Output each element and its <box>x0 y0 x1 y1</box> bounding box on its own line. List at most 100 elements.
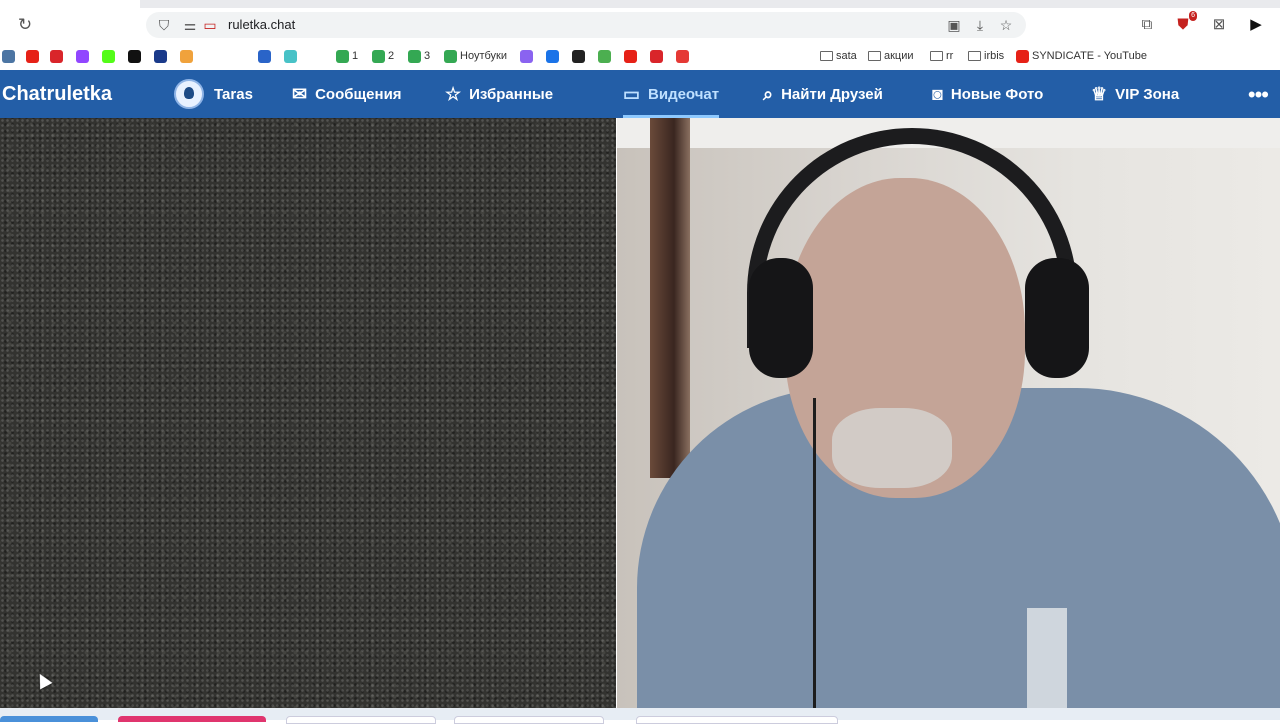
bookmark-icon <box>128 49 141 63</box>
bookmark-icon <box>50 49 63 63</box>
bookmark-icon <box>372 49 385 63</box>
bookmark-item[interactable] <box>102 48 115 64</box>
video-background <box>1027 608 1067 708</box>
bookmark-item[interactable] <box>50 48 63 64</box>
nav-new-photos-label: Новые Фото <box>950 85 1044 103</box>
bookmark-item[interactable] <box>650 48 663 64</box>
media-play-icon[interactable]: ▶ <box>1245 14 1267 36</box>
bookmark-icon <box>444 49 457 63</box>
bookmark-icon <box>676 49 689 63</box>
bookmark-icon <box>572 49 585 63</box>
screenshot-icon[interactable]: ▣ <box>944 15 964 35</box>
bookmark-icon <box>284 49 297 63</box>
bookmark-item[interactable] <box>76 48 89 64</box>
nav-messages[interactable]: ✉ Сообщения <box>292 70 402 118</box>
headphones-image <box>749 258 813 378</box>
partner-video-static[interactable] <box>0 118 616 708</box>
nav-messages-label: Сообщения <box>315 85 402 103</box>
site-logo[interactable]: Chatruletka <box>2 83 112 106</box>
nav-vip[interactable]: ♕ VIP Зона <box>1091 70 1179 118</box>
crown-icon: ♕ <box>1091 83 1108 104</box>
bookmark-folder-rr[interactable]: rr <box>930 48 953 64</box>
bookmark-icon <box>598 49 611 63</box>
headphones-image <box>813 398 816 708</box>
bookmark-item[interactable] <box>572 48 585 64</box>
bookmark-item[interactable] <box>26 48 39 64</box>
bookmark-item[interactable]: 3 <box>408 48 430 64</box>
own-webcam-video <box>617 118 1280 708</box>
bookmark-item[interactable]: 2 <box>372 48 394 64</box>
folder-icon <box>868 51 881 61</box>
bookmark-icon <box>546 49 559 63</box>
site-nav: Chatruletka Taras ✉ Сообщения ☆ Избранны… <box>0 70 1280 118</box>
bookmark-item[interactable] <box>128 48 141 64</box>
nav-favorites[interactable]: ☆ Избранные <box>445 70 553 118</box>
bookmark-icon <box>408 49 421 63</box>
control-button[interactable] <box>636 716 838 724</box>
more-menu-icon[interactable]: ••• <box>1248 82 1269 108</box>
ublock-icon[interactable]: ⛊ 6 <box>1172 11 1197 36</box>
bookmark-item[interactable]: Ноутбуки <box>444 48 507 64</box>
bookmark-folder-irbis[interactable]: irbis <box>968 48 1004 64</box>
cast-icon[interactable]: ▭ <box>200 15 220 35</box>
camera-icon: ◙ <box>932 83 943 104</box>
extension-badge: 6 <box>1189 11 1197 21</box>
extension-icon[interactable]: ⊠ <box>1208 14 1230 36</box>
site-settings-icon[interactable]: ⚌ <box>180 15 200 35</box>
bookmark-star-icon[interactable]: ☆ <box>996 15 1016 35</box>
control-button[interactable] <box>118 716 266 722</box>
nav-videochat-label: Видеочат <box>648 85 720 103</box>
shield-icon[interactable]: ⛉ <box>154 15 174 35</box>
control-button[interactable] <box>286 716 436 724</box>
browser-toolbar: ↻ ⛉ ⚌ ▭ ruletka.chat ▣ ⤓ ☆ ⧉ ⛊ 6 ⊠ ▶ <box>0 8 1280 42</box>
bookmark-icon <box>26 49 39 63</box>
nav-vip-label: VIP Зона <box>1115 85 1180 103</box>
download-icon[interactable]: ⤓ <box>970 15 990 35</box>
bookmark-item[interactable] <box>154 48 167 64</box>
search-icon: ⌕ <box>763 83 774 104</box>
bookmark-item[interactable]: 1 <box>336 48 358 64</box>
bookmark-item[interactable] <box>258 48 271 64</box>
bookmark-label: 2 <box>388 50 395 62</box>
nav-new-photos[interactable]: ◙ Новые Фото <box>932 70 1043 118</box>
folder-icon <box>820 51 833 61</box>
bookmark-item[interactable] <box>676 48 689 64</box>
bookmark-item[interactable] <box>2 48 15 64</box>
bookmark-item[interactable] <box>624 48 637 64</box>
nav-find-friends[interactable]: ⌕ Найти Друзей <box>763 70 883 118</box>
bookmark-item[interactable] <box>284 48 297 64</box>
reload-icon[interactable]: ↻ <box>14 14 36 36</box>
star-icon: ☆ <box>445 83 462 104</box>
youtube-icon <box>1016 49 1029 63</box>
bookmark-item[interactable] <box>180 48 193 64</box>
avatar <box>174 79 204 109</box>
bookmark-label: 3 <box>424 50 431 62</box>
video-background <box>650 118 690 478</box>
browser-tab-strip <box>0 0 1280 8</box>
control-button[interactable] <box>454 716 604 724</box>
control-button[interactable] <box>0 716 98 722</box>
bookmark-folder-akcii[interactable]: акции <box>868 48 914 64</box>
bookmark-icon <box>520 49 533 63</box>
address-bar[interactable]: ⛉ ⚌ ▭ ruletka.chat ▣ ⤓ ☆ <box>146 12 1026 38</box>
nav-profile[interactable]: Taras <box>174 70 253 118</box>
bookmark-icon <box>650 49 663 63</box>
headphones-image <box>1025 258 1089 378</box>
bookmark-youtube[interactable]: SYNDICATE - YouTube <box>1016 48 1147 64</box>
folder-icon <box>930 51 943 61</box>
url-text[interactable]: ruletka.chat <box>228 17 295 32</box>
bookmark-item[interactable] <box>520 48 533 64</box>
bookmark-item[interactable] <box>598 48 611 64</box>
bookmark-item[interactable] <box>546 48 559 64</box>
nav-videochat[interactable]: ▭ Видеочат <box>623 70 720 118</box>
bookmark-folder-sata[interactable]: sata <box>820 48 857 64</box>
bookmark-icon <box>2 49 15 63</box>
active-tab[interactable] <box>0 0 140 8</box>
bookmark-icon <box>154 49 167 63</box>
extensions-icon[interactable]: ⧉ <box>1136 14 1158 36</box>
user-name: Taras <box>214 85 253 103</box>
bookmarks-bar: sata акции rr irbis SYNDICATE - YouTube … <box>0 42 1280 70</box>
bookmark-icon <box>102 49 115 63</box>
bookmark-icon <box>258 49 271 63</box>
bookmark-icon <box>336 49 349 63</box>
